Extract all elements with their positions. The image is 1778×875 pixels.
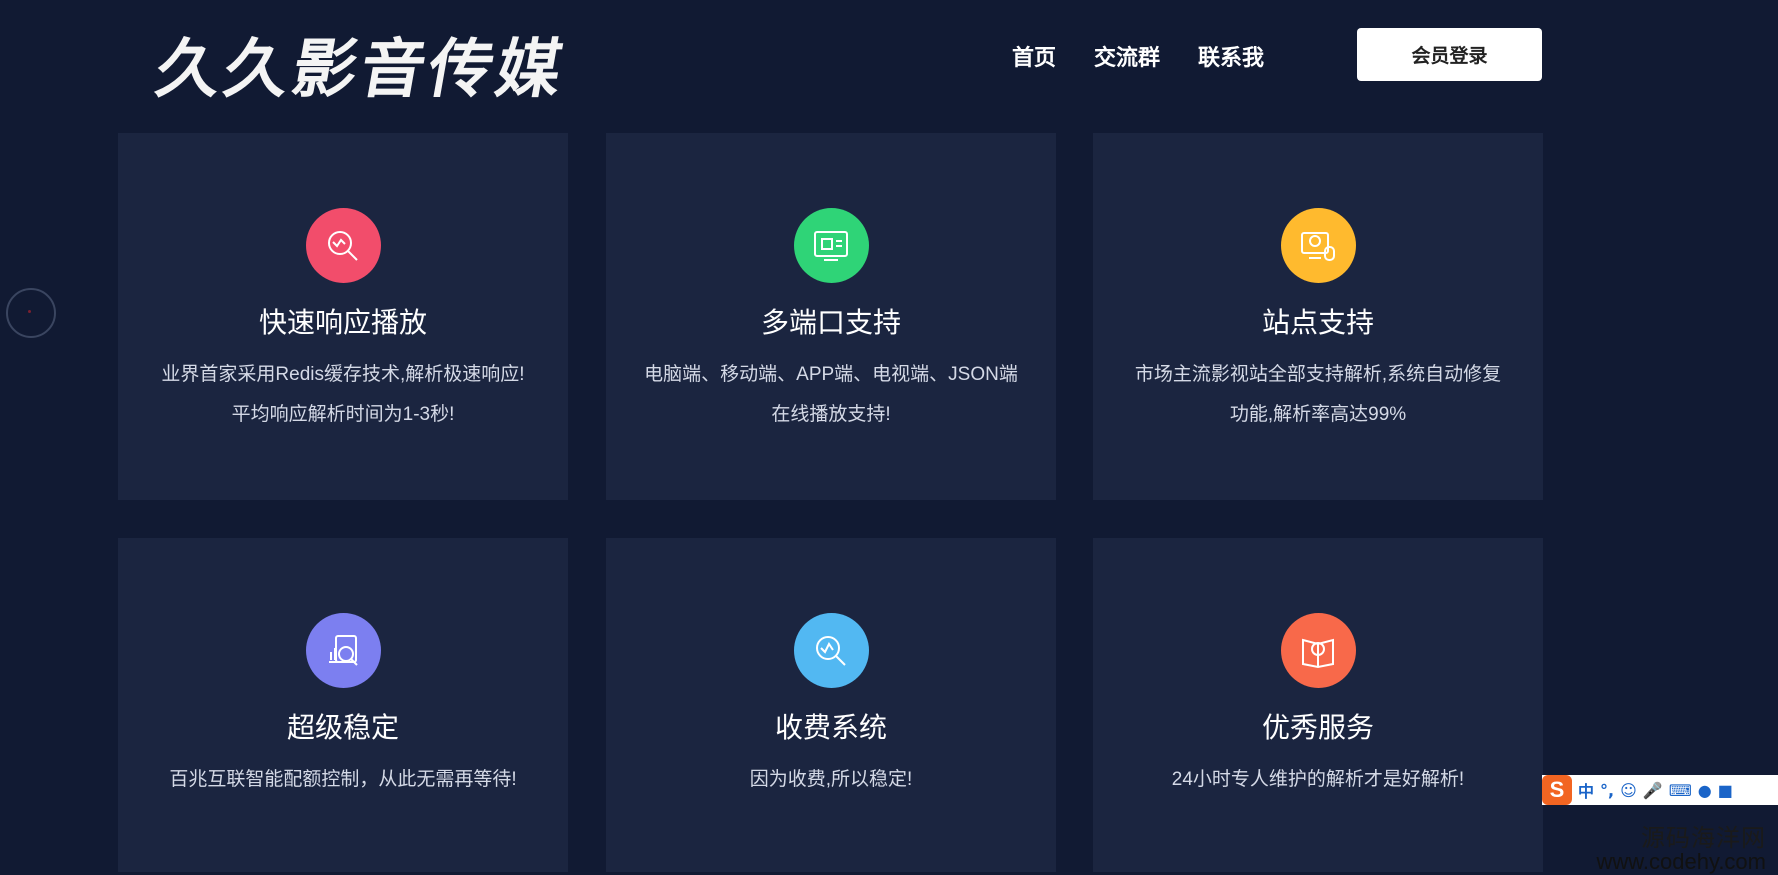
mic-icon[interactable]: 🎤: [1643, 781, 1663, 800]
site-logo[interactable]: 久久影音传媒: [150, 18, 574, 110]
watermark: 源码海洋网 www.codehy.com: [1596, 818, 1766, 875]
nav-home[interactable]: 首页: [1012, 40, 1056, 72]
feature-title: 优秀服务: [1261, 712, 1374, 743]
watermark-url: www.codehy.com: [1596, 849, 1766, 874]
watermark-cn: 源码海洋网: [1641, 825, 1766, 852]
feature-card-fast: 快速响应播放 业界首家采用Redis缓存技术,解析极速响应! 平均响应解析时间为…: [118, 133, 568, 500]
feature-card-stable: 超级稳定 百兆互联智能配额控制，从此无需再等待!: [118, 538, 568, 872]
feature-title: 超级稳定: [286, 712, 399, 743]
nav-group[interactable]: 交流群: [1094, 40, 1160, 72]
member-login-button[interactable]: 会员登录: [1357, 28, 1542, 81]
feature-card-paid: 收费系统 因为收费,所以稳定!: [606, 538, 1056, 872]
feature-card-multi-port: 多端口支持 电脑端、移动端、APP端、电视端、JSON端 在线播放支持!: [606, 133, 1056, 500]
feature-title: 快速响应播放: [258, 307, 427, 338]
feature-desc: 电脑端、移动端、APP端、电视端、JSON端 在线播放支持!: [644, 364, 1018, 425]
user-icon[interactable]: ●: [1698, 781, 1712, 800]
keyboard-icon[interactable]: ⌨: [1669, 781, 1692, 800]
feature-desc: 市场主流影视站全部支持解析,系统自动修复 功能,解析率高达99%: [1134, 364, 1502, 425]
book-search-icon: [1280, 613, 1356, 688]
multi-device-icon: [793, 208, 869, 283]
monitor-dollar-icon: [1280, 208, 1356, 283]
feature-title: 站点支持: [1261, 307, 1374, 338]
feature-desc: 因为收费,所以稳定!: [749, 769, 913, 790]
ime-punct-toggle[interactable]: °,: [1600, 781, 1614, 800]
feature-desc: 业界首家采用Redis缓存技术,解析极速响应! 平均响应解析时间为1-3秒!: [161, 364, 525, 425]
feature-title: 收费系统: [774, 712, 887, 743]
side-float-dot: [28, 310, 31, 313]
ime-toolbar[interactable]: S 中 °, ☺ 🎤 ⌨ ● ■: [1542, 775, 1778, 805]
search-analytics-icon: [793, 613, 869, 688]
main-nav: 首页 交流群 联系我: [1012, 40, 1264, 72]
sogou-logo-icon[interactable]: S: [1542, 775, 1572, 805]
stats-document-icon: [305, 613, 381, 688]
smiley-icon[interactable]: ☺: [1620, 781, 1637, 800]
search-chart-icon: [305, 208, 381, 283]
side-float-circle[interactable]: [6, 288, 56, 338]
ime-mode-toggle[interactable]: 中: [1578, 778, 1594, 802]
feature-desc: 24小时专人维护的解析才是好解析!: [1171, 769, 1465, 790]
nav-contact[interactable]: 联系我: [1198, 40, 1264, 72]
feature-title: 多端口支持: [760, 307, 901, 338]
feature-desc: 百兆互联智能配额控制，从此无需再等待!: [169, 769, 517, 790]
feature-card-service: 优秀服务 24小时专人维护的解析才是好解析!: [1093, 538, 1543, 872]
feature-card-sites: 站点支持 市场主流影视站全部支持解析,系统自动修复 功能,解析率高达99%: [1093, 133, 1543, 500]
shirt-icon[interactable]: ■: [1718, 781, 1733, 800]
